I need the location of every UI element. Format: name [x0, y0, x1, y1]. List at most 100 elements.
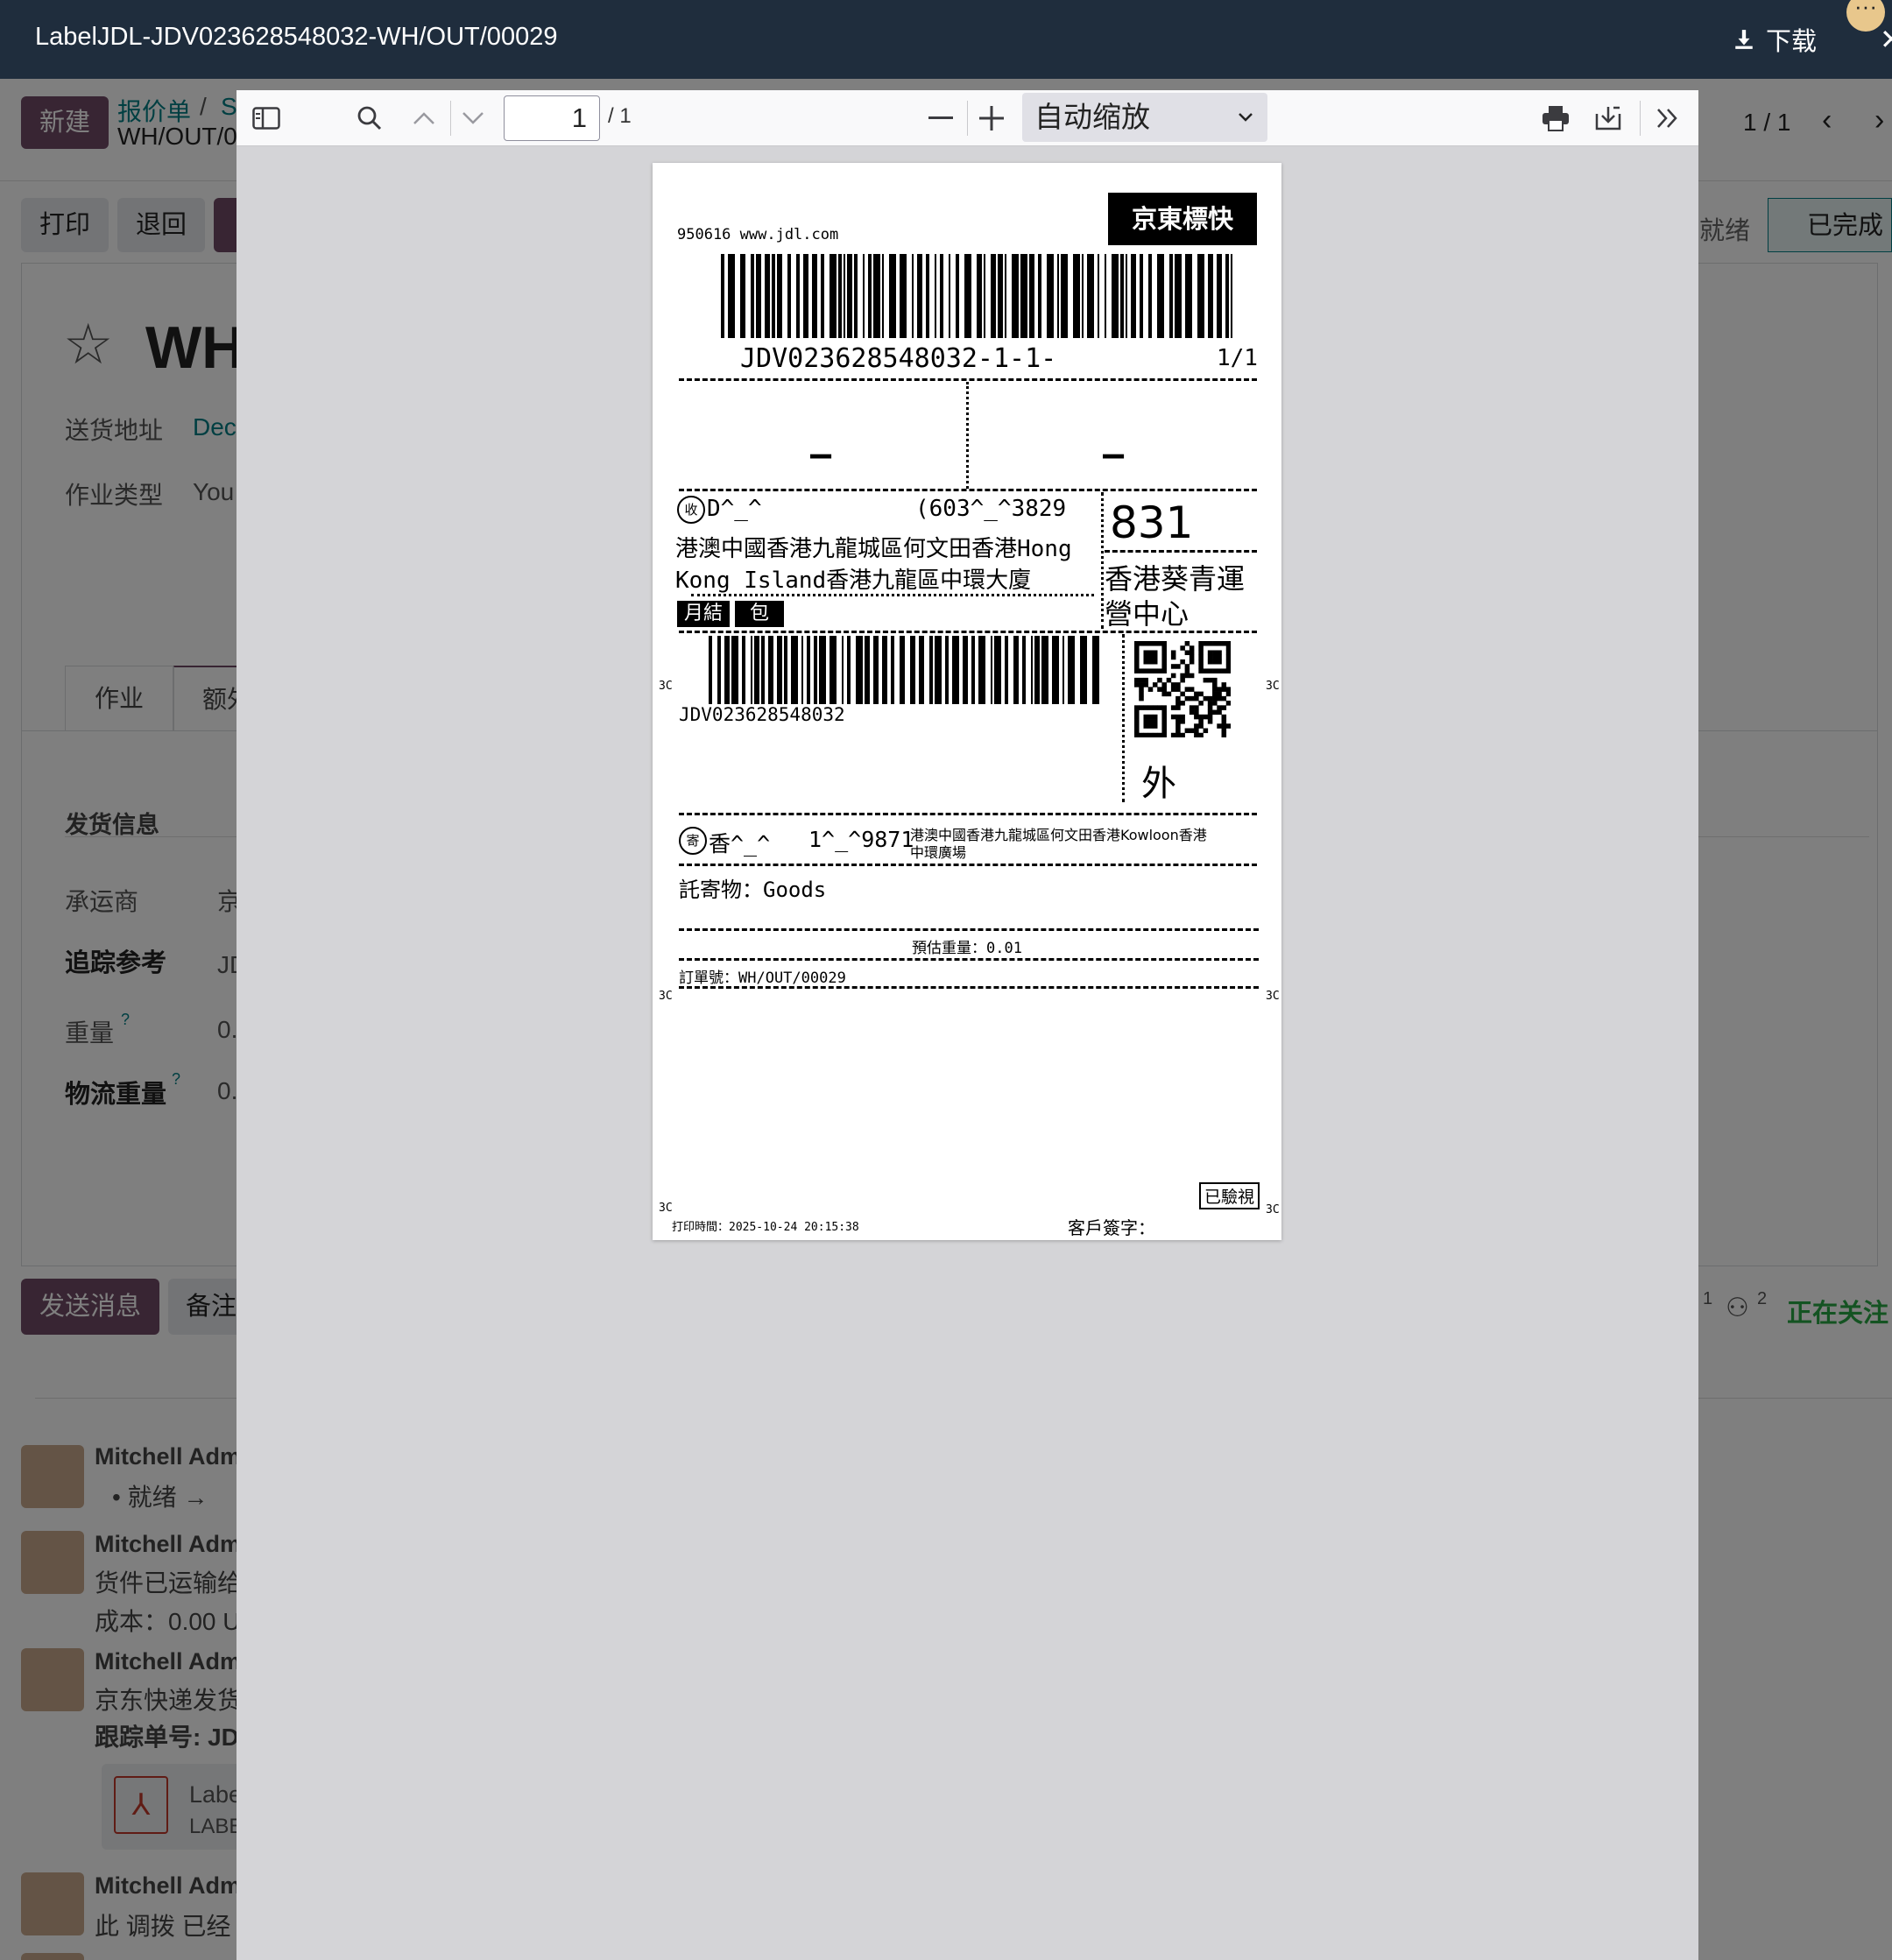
qr-module: [1207, 695, 1213, 702]
qr-module: [1143, 682, 1149, 687]
qr-module: [1157, 668, 1162, 673]
barcode-bar: [1061, 254, 1068, 338]
barcode-bar: [844, 254, 845, 338]
qr-module: [1225, 645, 1232, 651]
qr-module: [1134, 650, 1140, 656]
print-icon[interactable]: [1538, 101, 1573, 136]
barcode-bar: [1092, 636, 1099, 704]
barcode-bar: [1041, 636, 1048, 704]
qr-module: [1225, 659, 1232, 665]
qr-module: [1139, 682, 1144, 687]
barcode-bar: [929, 636, 933, 704]
pdf-toolbar: 1 / 1 自动缩放: [236, 90, 1698, 146]
qr-module: [1175, 664, 1181, 669]
barcode-bar: [1098, 254, 1099, 338]
qr-module: [1194, 705, 1199, 710]
barcode-bar: [796, 254, 800, 338]
qr-module: [1221, 705, 1227, 710]
qr-module: [1184, 728, 1190, 734]
page-number-input[interactable]: 1: [504, 95, 600, 141]
qr-module: [1180, 691, 1185, 697]
qr-module: [1157, 677, 1162, 683]
qr-module: [1207, 654, 1213, 660]
barcode-bar: [994, 636, 1001, 704]
route-left: –: [810, 434, 832, 475]
qr-module: [1221, 641, 1227, 646]
qr-module: [1152, 732, 1158, 738]
qr-module: [1225, 691, 1232, 697]
qr-module: [1161, 664, 1167, 669]
download-button[interactable]: 下载: [1733, 21, 1817, 58]
qr-module: [1221, 714, 1227, 720]
qr-module: [1170, 650, 1176, 656]
qr-module: [1170, 705, 1176, 710]
qr-module: [1217, 723, 1222, 729]
barcode-bar: [740, 254, 745, 338]
qr-module: [1184, 687, 1190, 692]
barcode-bar: [777, 636, 782, 704]
qr-module: [1161, 682, 1167, 687]
divider-line: [679, 489, 1257, 491]
qr-module: [1166, 691, 1172, 697]
divider-line: [1105, 550, 1257, 553]
qr-module: [1189, 695, 1195, 702]
search-icon[interactable]: [352, 101, 387, 136]
barcode-bar: [791, 636, 798, 704]
qr-module: [1157, 732, 1162, 738]
qr-module: [1152, 719, 1158, 724]
qr-module: [1189, 728, 1195, 734]
barcode-bar: [912, 254, 914, 338]
qr-module: [1221, 695, 1227, 702]
qr-module: [1221, 719, 1227, 724]
next-page-icon[interactable]: [455, 101, 491, 136]
barcode-bar: [1047, 254, 1054, 338]
qr-module: [1212, 641, 1218, 646]
sidebar-toggle-icon[interactable]: [249, 101, 284, 136]
qr-module: [1217, 695, 1222, 702]
qr-module: [1198, 664, 1204, 669]
barcode-bar: [754, 636, 759, 704]
zoom-out-icon[interactable]: [923, 101, 958, 136]
previous-page-icon[interactable]: [406, 101, 441, 136]
barcode-bar: [761, 636, 765, 704]
hotline-text: 950616 www.jdl.com: [677, 226, 839, 243]
save-download-icon[interactable]: [1591, 101, 1626, 136]
qr-module: [1147, 641, 1154, 646]
qr-module: [1184, 668, 1190, 673]
barcode-bar: [787, 254, 791, 338]
qr-module: [1161, 714, 1167, 720]
barcode-bar: [891, 636, 894, 704]
barcode-bar: [935, 254, 936, 338]
barcode-bar: [949, 254, 950, 338]
download-icon: [1735, 30, 1753, 49]
barcode-bar: [863, 254, 865, 338]
barcode-bar: [984, 254, 985, 338]
qr-module: [1207, 668, 1213, 673]
barcode-bar: [889, 254, 896, 338]
zoom-select[interactable]: 自动缩放: [1022, 93, 1267, 142]
qr-module: [1203, 695, 1209, 702]
close-button[interactable]: ✕: [1880, 23, 1892, 56]
zoom-in-icon[interactable]: [974, 101, 1009, 136]
qr-module: [1217, 654, 1222, 660]
barcode-bar: [1208, 254, 1213, 338]
qr-module: [1207, 709, 1213, 716]
barcode-bar: [1022, 636, 1026, 704]
qr-module: [1175, 728, 1181, 734]
barcode-bar: [1029, 254, 1034, 338]
tools-menu-icon[interactable]: [1650, 101, 1685, 136]
barcode-bar: [801, 636, 803, 704]
qr-module: [1184, 641, 1190, 646]
barcode-bar: [1112, 254, 1119, 338]
barcode-bar: [728, 254, 735, 338]
qr-module: [1139, 705, 1144, 710]
qr-module: [1147, 650, 1154, 656]
qr-module: [1180, 645, 1185, 651]
barcode-bar: [812, 254, 817, 338]
waybill-number-full: JDV023628548032-1-1-: [740, 343, 1057, 374]
goods-description: 託寄物：Goods: [679, 878, 827, 902]
barcode-bar: [919, 636, 924, 704]
barcode-bar: [882, 254, 884, 338]
qr-module: [1225, 723, 1232, 729]
qr-module: [1161, 659, 1167, 665]
